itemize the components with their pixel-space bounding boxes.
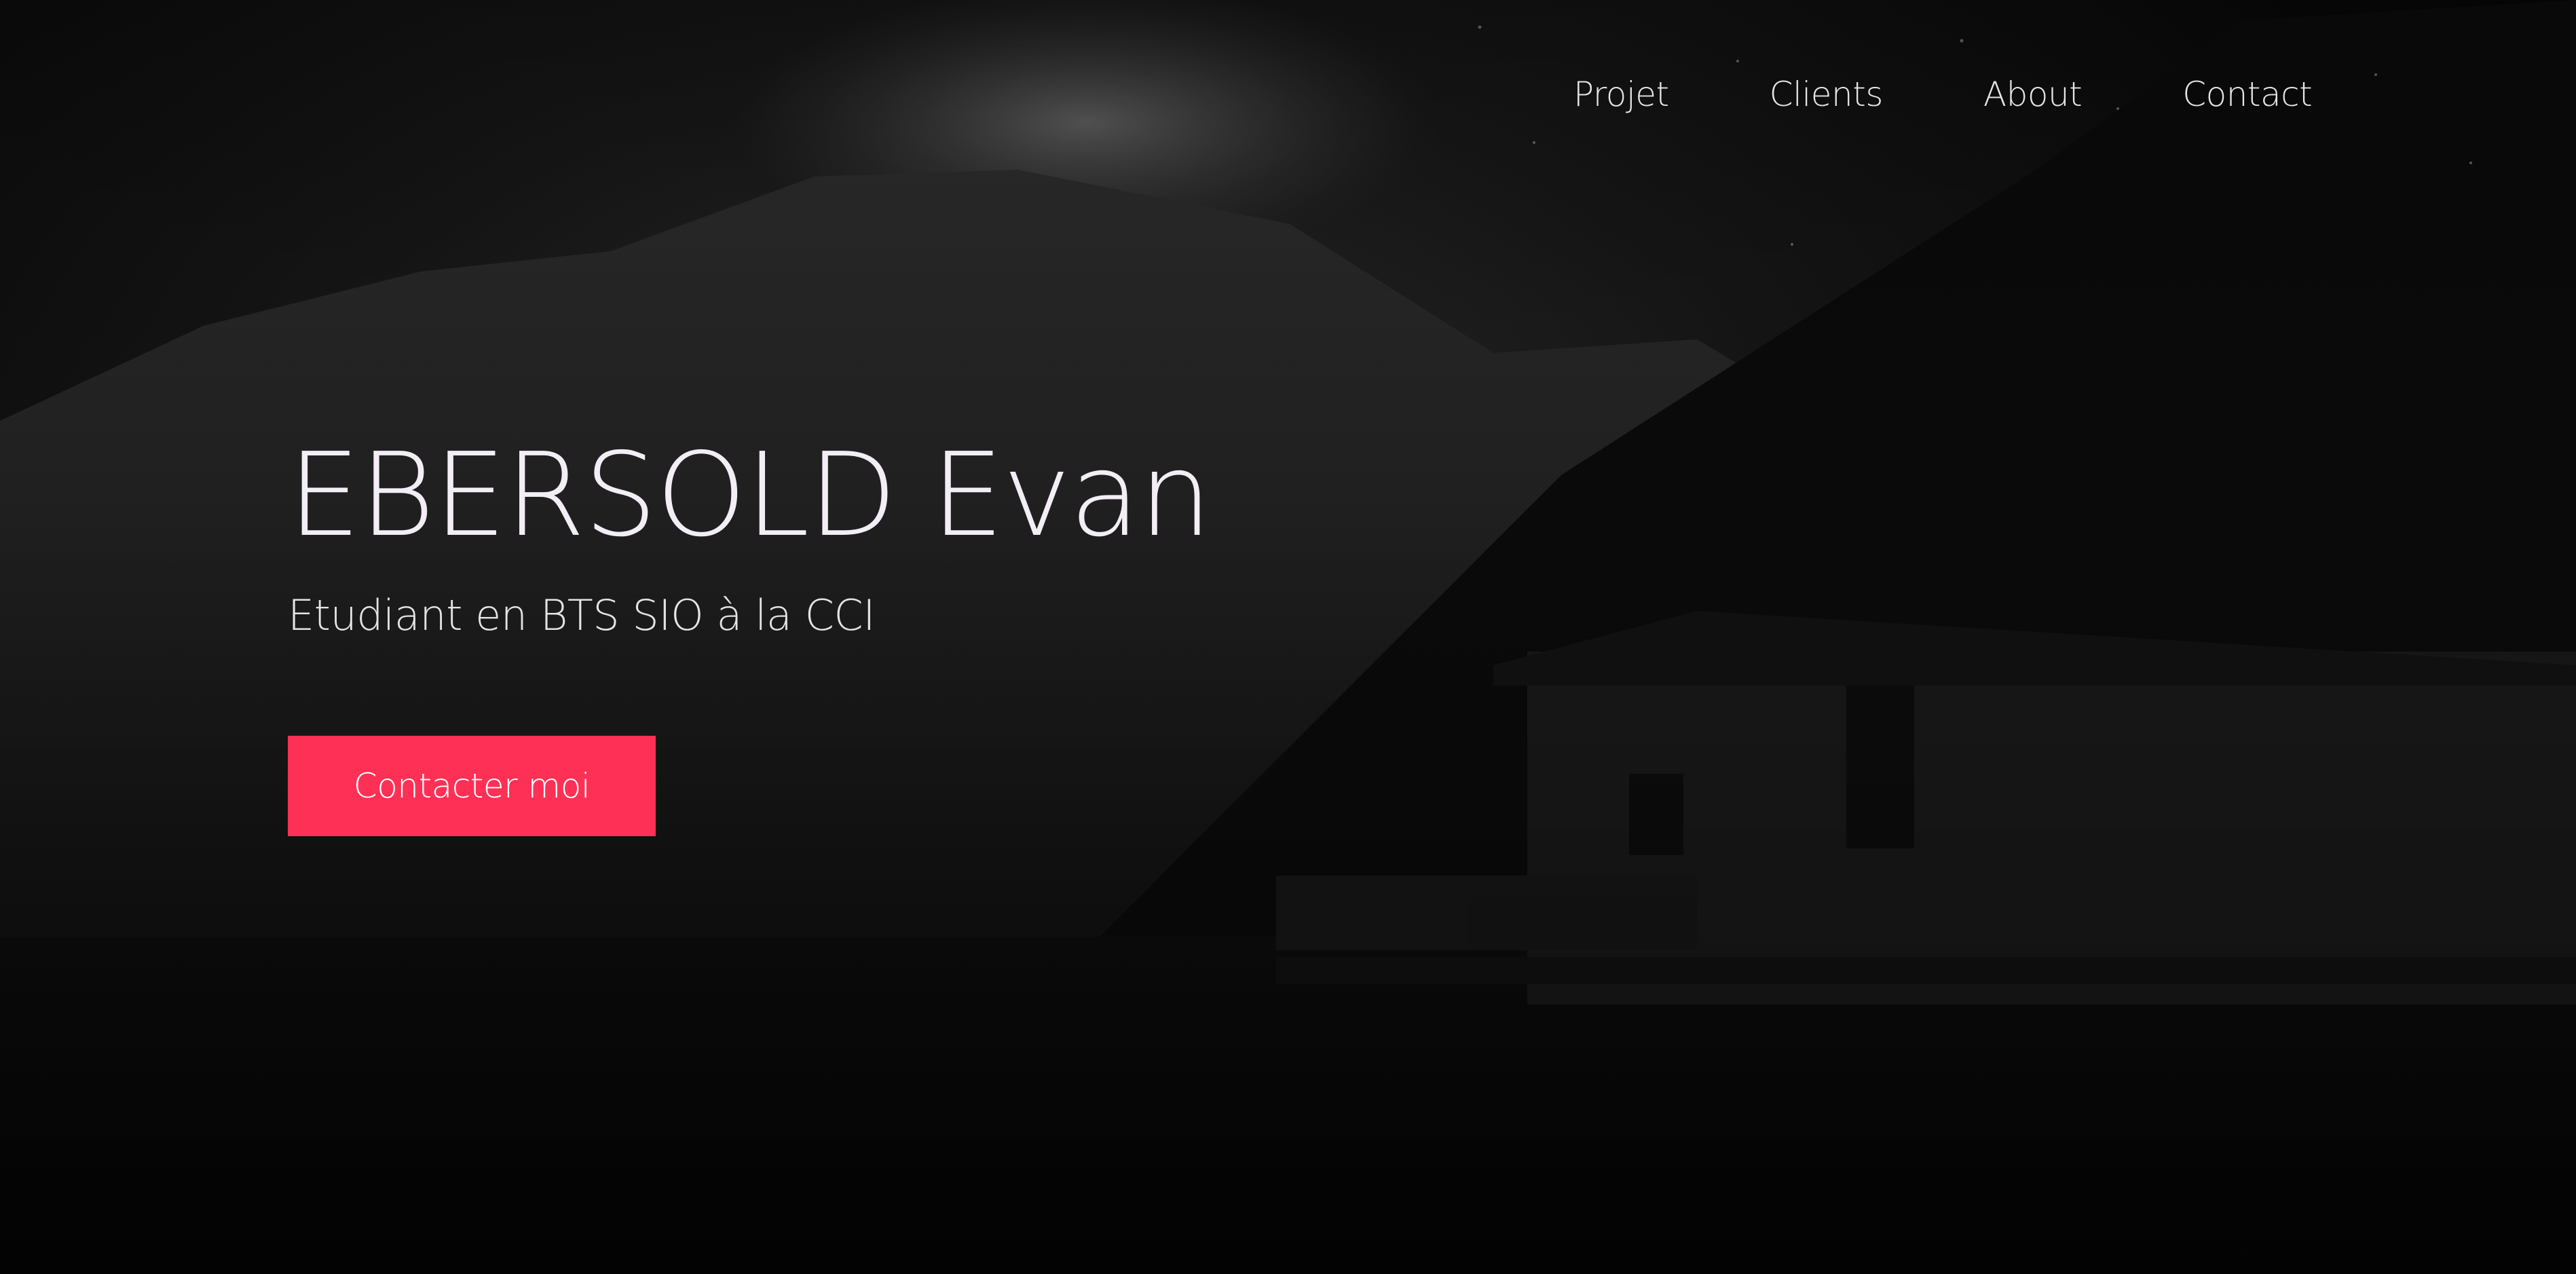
nav-link-clients[interactable]: Clients [1770, 75, 1884, 114]
nav-link-about[interactable]: About [1983, 75, 2083, 114]
hero-title: EBERSOLD Evan [288, 428, 1212, 563]
landing-page: Projet Clients About Contact EBERSOLD Ev… [0, 0, 2576, 1274]
nav-link-projet[interactable]: Projet [1573, 75, 1669, 114]
hero-section: EBERSOLD Evan Etudiant en BTS SIO à la C… [288, 428, 1212, 640]
top-navigation: Projet Clients About Contact [1573, 75, 2313, 114]
contact-me-button[interactable]: Contacter moi [288, 736, 656, 836]
hero-subtitle: Etudiant en BTS SIO à la CCI [288, 591, 875, 640]
nav-link-contact[interactable]: Contact [2182, 75, 2313, 114]
